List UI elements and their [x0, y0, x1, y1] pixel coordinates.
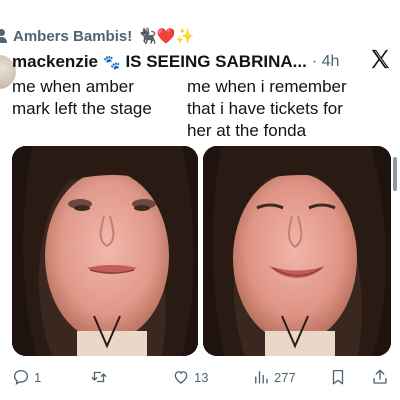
community-header[interactable]: Ambers Bambis! 🐈‍⬛❤️✨: [0, 25, 194, 47]
display-name[interactable]: mackenzie: [12, 52, 98, 72]
views-button[interactable]: 277: [252, 366, 296, 388]
caption-left: me when amber mark left the stage: [12, 77, 152, 118]
scrollbar-thumb[interactable]: [393, 157, 397, 191]
reply-icon: [13, 369, 29, 386]
photo-crying-girl-2-icon: [203, 146, 391, 356]
bookmark-button[interactable]: [329, 366, 347, 388]
repost-icon: [91, 371, 107, 383]
like-count: 13: [194, 369, 209, 385]
photo-crying-girl-1-icon: [12, 146, 198, 356]
share-icon: [373, 369, 387, 384]
display-name-rest[interactable]: IS SEEING SABRINA...: [125, 52, 306, 72]
views-chart-icon: [255, 371, 268, 384]
tweet-time[interactable]: · 4h: [312, 53, 340, 71]
media-photo-left[interactable]: [12, 146, 198, 356]
like-button[interactable]: 13: [172, 366, 208, 388]
paw-emoji: 🐾: [103, 53, 121, 70]
tweet-header: mackenzie 🐾 IS SEEING SABRINA... · 4h: [12, 50, 339, 74]
views-count: 277: [274, 369, 296, 385]
community-emojis: 🐈‍⬛❤️✨: [138, 27, 195, 45]
share-button[interactable]: [371, 366, 389, 388]
community-name[interactable]: Ambers Bambis!: [13, 28, 132, 45]
reply-button[interactable]: 1: [12, 366, 41, 388]
action-bar: 1 13 277: [0, 366, 400, 388]
media-photo-right[interactable]: [203, 146, 391, 356]
x-logo-icon[interactable]: [369, 48, 391, 70]
caption-right: me when i remember that i have tickets f…: [187, 77, 347, 140]
heart-icon: [174, 371, 188, 384]
bookmark-icon: [332, 369, 344, 385]
community-people-icon: [0, 29, 7, 43]
reply-count: 1: [34, 369, 42, 385]
repost-button[interactable]: [90, 366, 112, 388]
